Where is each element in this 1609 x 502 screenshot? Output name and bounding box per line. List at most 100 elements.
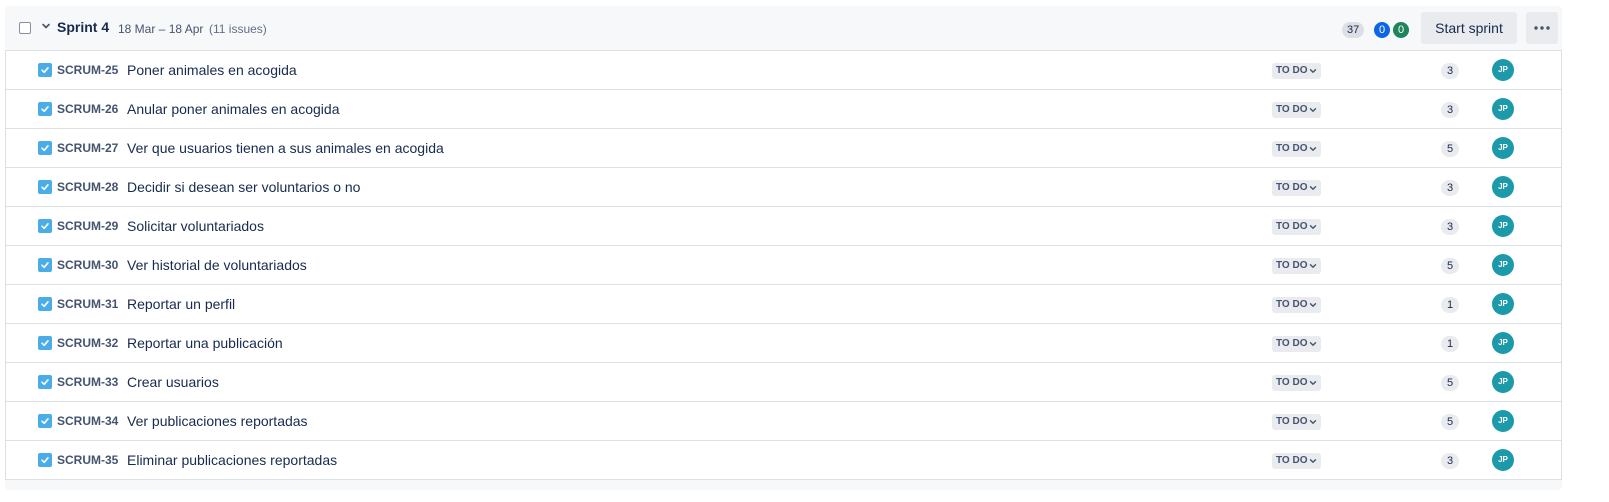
story-checkbox-icon	[38, 219, 52, 233]
story-points-badge[interactable]: 1	[1441, 297, 1459, 313]
status-dropdown[interactable]: TO DO	[1272, 258, 1322, 274]
issue-summary[interactable]: Eliminar publicaciones reportadas	[127, 452, 337, 468]
status-dropdown[interactable]: TO DO	[1272, 453, 1322, 469]
issue-key[interactable]: SCRUM-28	[57, 180, 118, 194]
status-dropdown[interactable]: TO DO	[1272, 336, 1322, 352]
assignee-avatar[interactable]: JP	[1492, 137, 1514, 159]
chevron-down-icon	[1310, 381, 1317, 385]
issue-row[interactable]: SCRUM-31 Reportar un perfil TO DO 1 JP	[6, 285, 1561, 324]
status-dropdown[interactable]: TO DO	[1272, 297, 1322, 313]
issue-summary[interactable]: Decidir si desean ser voluntarios o no	[127, 179, 360, 195]
story-points-badge[interactable]: 3	[1441, 453, 1459, 469]
story-points-badge[interactable]: 3	[1441, 180, 1459, 196]
issue-key[interactable]: SCRUM-30	[57, 258, 118, 272]
issue-row[interactable]: SCRUM-30 Ver historial de voluntariados …	[6, 246, 1561, 285]
issue-row[interactable]: SCRUM-34 Ver publicaciones reportadas TO…	[6, 402, 1561, 441]
issue-row[interactable]: SCRUM-32 Reportar una publicación TO DO …	[6, 324, 1561, 363]
assignee-avatar[interactable]: JP	[1492, 176, 1514, 198]
issue-key[interactable]: SCRUM-27	[57, 141, 118, 155]
chevron-down-icon	[1310, 186, 1317, 190]
status-label: TO DO	[1276, 377, 1308, 388]
chevron-down-icon	[1310, 108, 1317, 112]
story-checkbox-icon	[38, 141, 52, 155]
status-dropdown[interactable]: TO DO	[1272, 141, 1322, 157]
story-points-badge[interactable]: 5	[1441, 258, 1459, 274]
assignee-avatar[interactable]: JP	[1492, 410, 1514, 432]
status-dropdown[interactable]: TO DO	[1272, 375, 1322, 391]
issue-summary[interactable]: Crear usuarios	[127, 374, 219, 390]
status-label: TO DO	[1276, 104, 1308, 115]
issue-row[interactable]: SCRUM-33 Crear usuarios TO DO 5 JP	[6, 363, 1561, 402]
issue-summary[interactable]: Reportar un perfil	[127, 296, 235, 312]
story-checkbox-icon	[38, 375, 52, 389]
story-checkbox-icon	[38, 297, 52, 311]
issue-summary[interactable]: Ver historial de voluntariados	[127, 257, 307, 273]
issue-key[interactable]: SCRUM-34	[57, 414, 118, 428]
issue-summary[interactable]: Reportar una publicación	[127, 335, 283, 351]
issue-key[interactable]: SCRUM-32	[57, 336, 118, 350]
story-points-badge[interactable]: 3	[1441, 219, 1459, 235]
status-dropdown[interactable]: TO DO	[1272, 414, 1322, 430]
issue-key[interactable]: SCRUM-26	[57, 102, 118, 116]
issue-row[interactable]: SCRUM-27 Ver que usuarios tienen a sus a…	[6, 129, 1561, 168]
sprint-select-checkbox[interactable]	[19, 22, 31, 34]
issue-summary[interactable]: Poner animales en acogida	[127, 62, 297, 78]
assignee-avatar[interactable]: JP	[1492, 371, 1514, 393]
status-label: TO DO	[1276, 221, 1308, 232]
more-actions-button[interactable]	[1526, 12, 1558, 44]
status-dropdown[interactable]: TO DO	[1272, 102, 1322, 118]
issue-summary[interactable]: Solicitar voluntariados	[127, 218, 264, 234]
issue-key[interactable]: SCRUM-33	[57, 375, 118, 389]
status-dropdown[interactable]: TO DO	[1272, 219, 1322, 235]
issue-summary[interactable]: Ver publicaciones reportadas	[127, 413, 308, 429]
story-points-badge[interactable]: 3	[1441, 63, 1459, 79]
issue-summary[interactable]: Anular poner animales en acogida	[127, 101, 339, 117]
issue-row[interactable]: SCRUM-28 Decidir si desean ser voluntari…	[6, 168, 1561, 207]
story-points-badge[interactable]: 5	[1441, 375, 1459, 391]
story-checkbox-icon	[38, 180, 52, 194]
issue-summary[interactable]: Ver que usuarios tienen a sus animales e…	[127, 140, 444, 156]
chevron-down-icon	[1310, 225, 1317, 229]
chevron-down-icon	[1310, 420, 1317, 424]
sprint-issue-count: (11 issues)	[209, 22, 267, 36]
points-done-badge: 0	[1393, 22, 1410, 38]
status-dropdown[interactable]: TO DO	[1272, 63, 1322, 79]
sprint-header: Sprint 4 18 Mar – 18 Apr (11 issues) 37 …	[5, 6, 1562, 50]
assignee-avatar[interactable]: JP	[1492, 215, 1514, 237]
chevron-down-icon	[1310, 303, 1317, 307]
status-label: TO DO	[1276, 182, 1308, 193]
chevron-down-icon	[1310, 459, 1317, 463]
sprint-container: Sprint 4 18 Mar – 18 Apr (11 issues) 37 …	[5, 6, 1562, 490]
status-label: TO DO	[1276, 65, 1308, 76]
issue-key[interactable]: SCRUM-25	[57, 63, 118, 77]
issue-list: SCRUM-25 Poner animales en acogida TO DO…	[5, 50, 1562, 480]
issue-row[interactable]: SCRUM-26 Anular poner animales en acogid…	[6, 90, 1561, 129]
issue-key[interactable]: SCRUM-35	[57, 453, 118, 467]
story-checkbox-icon	[38, 63, 52, 77]
issue-row[interactable]: SCRUM-35 Eliminar publicaciones reportad…	[6, 441, 1561, 479]
chevron-down-icon	[1310, 69, 1317, 73]
start-sprint-button[interactable]: Start sprint	[1421, 12, 1517, 44]
assignee-avatar[interactable]: JP	[1492, 332, 1514, 354]
sprint-name[interactable]: Sprint 4	[57, 19, 109, 35]
status-dropdown[interactable]: TO DO	[1272, 180, 1322, 196]
story-points-badge[interactable]: 5	[1441, 414, 1459, 430]
sprint-dates: 18 Mar – 18 Apr	[118, 22, 204, 36]
issue-key[interactable]: SCRUM-29	[57, 219, 118, 233]
points-in-progress-badge: 0	[1374, 22, 1391, 38]
assignee-avatar[interactable]: JP	[1492, 293, 1514, 315]
issue-key[interactable]: SCRUM-31	[57, 297, 118, 311]
story-points-badge[interactable]: 5	[1441, 141, 1459, 157]
story-points-badge[interactable]: 1	[1441, 336, 1459, 352]
issue-row[interactable]: SCRUM-29 Solicitar voluntariados TO DO 3…	[6, 207, 1561, 246]
assignee-avatar[interactable]: JP	[1492, 59, 1514, 81]
chevron-down-icon	[1310, 264, 1317, 268]
assignee-avatar[interactable]: JP	[1492, 449, 1514, 471]
chevron-down-icon[interactable]	[40, 19, 52, 33]
assignee-avatar[interactable]: JP	[1492, 98, 1514, 120]
story-checkbox-icon	[38, 336, 52, 350]
assignee-avatar[interactable]: JP	[1492, 254, 1514, 276]
issue-row[interactable]: SCRUM-25 Poner animales en acogida TO DO…	[6, 51, 1561, 90]
status-label: TO DO	[1276, 455, 1308, 466]
story-points-badge[interactable]: 3	[1441, 102, 1459, 118]
